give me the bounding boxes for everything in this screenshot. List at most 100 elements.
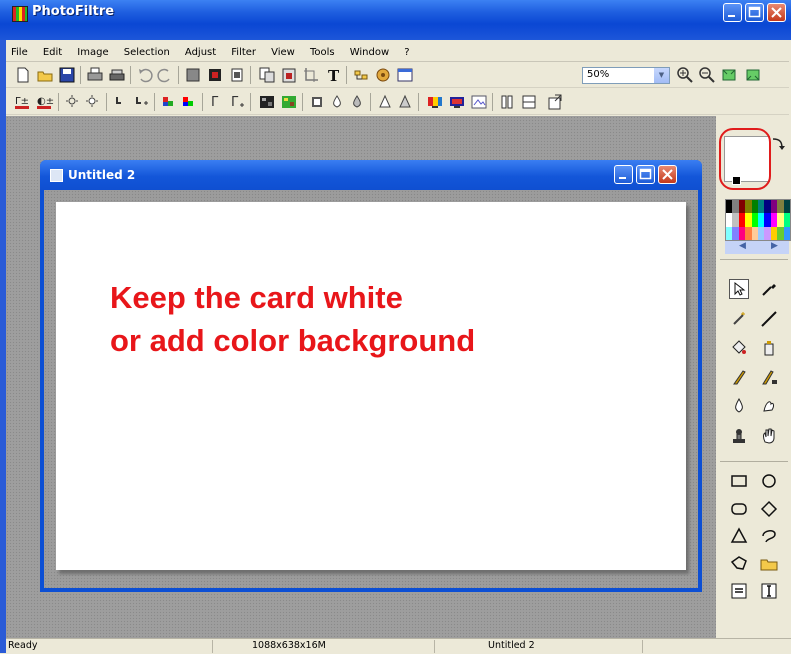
rectangle-select-icon[interactable] <box>729 471 749 491</box>
contrast-minus-icon[interactable] <box>112 93 130 111</box>
selection-options-icon[interactable] <box>729 581 749 601</box>
new-file-icon[interactable] <box>14 66 32 84</box>
crop-icon[interactable] <box>302 66 320 84</box>
swap-colors-icon[interactable] <box>770 136 786 152</box>
soften-icon[interactable] <box>328 93 346 111</box>
menu-selection[interactable]: Selection <box>119 43 175 58</box>
clone-stamp-icon[interactable] <box>729 426 749 446</box>
save-icon[interactable] <box>58 66 76 84</box>
actual-size-icon[interactable] <box>744 66 762 84</box>
paste-icon[interactable] <box>280 66 298 84</box>
brush-icon[interactable] <box>729 367 749 387</box>
app-title: PhotoFiltre <box>32 4 115 19</box>
brightness-minus-icon[interactable] <box>64 93 82 111</box>
menu-file[interactable]: File <box>6 43 33 58</box>
flip-horizontal-icon[interactable] <box>498 93 516 111</box>
doc-maximize-button[interactable] <box>636 165 655 184</box>
color-palette[interactable] <box>725 199 791 241</box>
canvas-size-icon[interactable] <box>206 66 224 84</box>
plugins-icon[interactable] <box>374 66 392 84</box>
menu-adjust[interactable]: Adjust <box>180 43 221 58</box>
svg-text:Γ±: Γ± <box>15 96 29 107</box>
saturation-minus-icon[interactable] <box>160 93 178 111</box>
sharpen-icon[interactable] <box>348 93 366 111</box>
blur-icon[interactable] <box>308 93 326 111</box>
zoom-in-icon[interactable] <box>676 66 694 84</box>
load-shape-icon[interactable] <box>759 553 779 573</box>
auto-contrast-icon[interactable]: ◐± <box>36 93 54 111</box>
maximize-button[interactable] <box>745 3 764 22</box>
image-fx-icon[interactable] <box>470 93 488 111</box>
sepia-icon[interactable] <box>280 93 298 111</box>
smudge-finger-icon[interactable] <box>759 396 779 416</box>
triangle-select-icon[interactable] <box>729 526 749 546</box>
scanner-icon[interactable] <box>108 66 126 84</box>
diamond-select-icon[interactable] <box>759 499 779 519</box>
color-picker-icon[interactable] <box>759 279 779 299</box>
image-size-icon[interactable] <box>184 66 202 84</box>
grayscale-icon[interactable] <box>258 93 276 111</box>
auto-levels-icon[interactable]: Γ± <box>14 93 32 111</box>
status-text: Ready <box>8 640 38 651</box>
blur-more-icon[interactable] <box>376 93 394 111</box>
flip-vertical-icon[interactable] <box>520 93 538 111</box>
palette-prev-icon[interactable]: ◀ <box>739 241 746 251</box>
palette-next-icon[interactable]: ▶ <box>771 241 778 251</box>
explorer-icon[interactable] <box>352 66 370 84</box>
menu-image[interactable]: Image <box>72 43 113 58</box>
menu-view[interactable]: View <box>266 43 300 58</box>
magic-wand-icon[interactable] <box>729 309 749 329</box>
display-icon[interactable] <box>448 93 466 111</box>
duplicate-icon[interactable] <box>228 66 246 84</box>
palette-swatch[interactable] <box>783 226 790 240</box>
minimize-button[interactable] <box>723 3 742 22</box>
selection-arrow-icon[interactable] <box>729 279 749 299</box>
menu-tools[interactable]: Tools <box>305 43 340 58</box>
open-folder-icon[interactable] <box>36 66 54 84</box>
sharpen-more-icon[interactable] <box>396 93 414 111</box>
blur-drop-icon[interactable] <box>729 396 749 416</box>
rounded-rect-select-icon[interactable] <box>729 499 749 519</box>
ellipse-select-icon[interactable] <box>759 471 779 491</box>
fit-window-icon[interactable] <box>720 66 738 84</box>
image-canvas[interactable]: Keep the card white or add color backgro… <box>56 202 686 570</box>
rgb-icon[interactable] <box>426 93 444 111</box>
contrast-plus-icon[interactable] <box>132 93 150 111</box>
menu-help[interactable]: ? <box>399 43 414 58</box>
doc-minimize-button[interactable] <box>614 165 633 184</box>
line-tool-icon[interactable] <box>759 309 779 329</box>
menu-edit[interactable]: Edit <box>38 43 67 58</box>
export-icon[interactable] <box>546 93 564 111</box>
palette-nav: ◀ ▶ <box>725 241 789 254</box>
document-title-bar[interactable]: Untitled 2 <box>40 160 702 190</box>
paint-bucket-icon[interactable] <box>729 338 749 358</box>
palette-swatch[interactable] <box>783 213 790 227</box>
text-cursor-icon[interactable] <box>759 581 779 601</box>
lasso-icon[interactable] <box>759 526 779 546</box>
redo-icon[interactable] <box>156 66 174 84</box>
palette-swatch[interactable] <box>783 200 790 214</box>
advanced-brush-icon[interactable] <box>759 367 779 387</box>
gamma-minus-icon[interactable]: Γ <box>208 93 226 111</box>
polygon-select-icon[interactable] <box>729 553 749 573</box>
svg-text:Γ: Γ <box>211 95 219 110</box>
zoom-out-icon[interactable] <box>698 66 716 84</box>
text-icon[interactable]: T <box>324 66 342 84</box>
spray-icon[interactable] <box>759 338 779 358</box>
chevron-down-icon[interactable]: ▼ <box>654 68 669 83</box>
svg-text:T: T <box>328 67 340 84</box>
saturation-plus-icon[interactable] <box>180 93 198 111</box>
menu-filter[interactable]: Filter <box>226 43 261 58</box>
close-button[interactable] <box>767 3 786 22</box>
copy-icon[interactable] <box>258 66 276 84</box>
brightness-plus-icon[interactable] <box>84 93 102 111</box>
hand-pan-icon[interactable] <box>759 426 779 446</box>
undo-icon[interactable] <box>136 66 154 84</box>
zoom-select[interactable]: 50% ▼ <box>582 67 670 84</box>
doc-close-button[interactable] <box>658 165 677 184</box>
gamma-plus-icon[interactable]: Γ <box>228 93 246 111</box>
print-icon[interactable] <box>86 66 104 84</box>
menu-window[interactable]: Window <box>345 43 394 58</box>
photofiltre-app-icon <box>12 6 28 22</box>
window-layout-icon[interactable] <box>396 66 414 84</box>
